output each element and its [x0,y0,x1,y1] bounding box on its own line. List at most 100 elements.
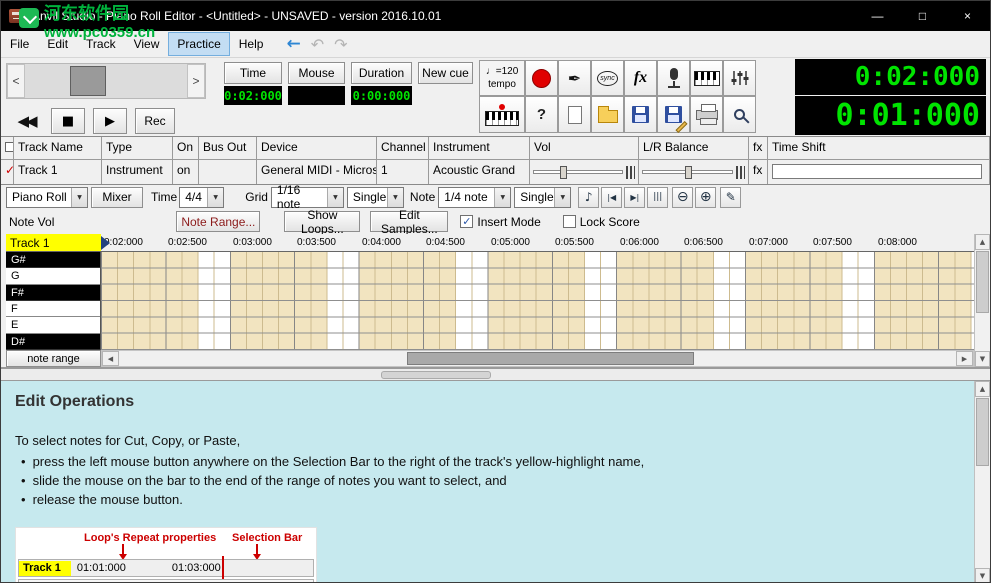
mixer-view-button[interactable] [723,60,756,96]
mixer-button[interactable]: Mixer [91,187,143,208]
minimize-button[interactable]: — [855,1,900,31]
track-fx-cell[interactable]: fx [749,160,768,184]
show-loops-button[interactable]: Show Loops... [284,211,360,232]
scroll-left-icon[interactable]: ◀ [102,351,119,366]
track-channel-cell[interactable]: 1 [377,160,429,184]
grid-note-select[interactable]: 1/16 note ▼ [271,187,344,208]
track-type-cell[interactable]: Instrument [102,160,173,184]
grid-mode-select[interactable]: Single ▼ [347,187,404,208]
track-on-cell[interactable]: on [173,160,199,184]
track-device-cell[interactable]: General MIDI - Microso [257,160,377,184]
goto-start-button[interactable]: |◀ [601,187,622,208]
song-position-slider[interactable]: < > [6,63,206,99]
open-file-button[interactable] [591,96,624,133]
close-button[interactable]: × [945,1,990,31]
title-bar[interactable]: Anvil Studio - Piano Roll Editor - <Unti… [1,1,990,31]
horizontal-scrollbar[interactable]: ◀ ▶ [101,350,974,367]
splitter-handle[interactable] [381,371,491,379]
play-position-marker[interactable] [101,236,110,250]
audio-record-button[interactable] [657,60,690,96]
chevron-down-icon[interactable]: ▼ [387,188,403,207]
effects-button[interactable]: fx [624,60,657,96]
scroll-right-icon[interactable]: ▶ [956,351,973,366]
rewind-button[interactable]: ◀◀ [9,112,43,130]
back-arrow-icon[interactable]: ← [286,37,300,51]
menu-help[interactable]: Help [230,32,273,56]
duration-button[interactable]: Duration [351,62,412,84]
time-signature-select[interactable]: 4/4 ▼ [179,187,224,208]
track-label[interactable]: Track 1 [6,234,101,251]
meter-bars-button[interactable]: ||| [647,187,668,208]
piano-roll-vertical-scrollbar[interactable]: ▲ ▼ [974,234,990,367]
track-instrument-cell[interactable]: Acoustic Grand [429,160,530,184]
chevron-down-icon[interactable]: ▼ [71,188,87,207]
stop-button[interactable]: ■ [51,108,85,134]
piano-key-fsharp[interactable]: F# [6,285,100,301]
vertical-scrollbar-thumb[interactable] [976,251,989,313]
menu-practice[interactable]: Practice [168,32,229,56]
scroll-up-icon[interactable]: ▲ [975,234,990,250]
scroll-down-icon[interactable]: ▼ [975,351,990,367]
piano-key-f[interactable]: F [6,301,100,317]
compose-button[interactable]: ✒ [558,60,591,96]
horizontal-scrollbar-thumb[interactable] [407,352,694,365]
insert-mode-checkbox[interactable]: ✓ [460,215,473,228]
piano-key-e[interactable]: E [6,317,100,333]
print-button[interactable] [690,96,723,133]
save-button[interactable] [624,96,657,133]
scroll-up-icon[interactable]: ▲ [975,381,990,397]
chevron-down-icon[interactable]: ▼ [327,188,343,207]
scroll-down-icon[interactable]: ▼ [975,568,990,583]
tempo-button[interactable]: ♩=120 tempo [479,60,525,96]
time-shift-input[interactable] [772,164,982,179]
menu-file[interactable]: File [1,32,38,56]
goto-end-button[interactable]: ▶| [624,187,645,208]
note-mode-select[interactable]: Single ▼ [514,187,571,208]
metronome-button[interactable]: ♪ [578,187,599,208]
track-select-cell[interactable]: ✓ [1,160,14,184]
sync-button[interactable]: sync [591,60,624,96]
track-name-cell[interactable]: Track 1 [14,160,102,184]
menu-view[interactable]: View [125,32,169,56]
help-scrollbar-thumb[interactable] [976,398,989,466]
record-button[interactable]: Rec [135,108,175,134]
keyboard-view-button[interactable] [690,60,723,96]
lock-score-checkbox[interactable] [563,215,576,228]
selection-bar[interactable]: 0:02:000 0:02:500 0:03:000 0:03:500 0:04… [101,234,974,251]
note-range-button[interactable]: Note Range... [176,211,260,232]
slider-right-icon[interactable]: > [187,64,205,98]
balance-slider[interactable] [642,170,733,174]
chevron-down-icon[interactable]: ▼ [494,188,510,207]
volume-slider[interactable] [533,170,623,174]
note-range-small-button[interactable]: note range [6,350,101,367]
zoom-in-icon[interactable]: ⊕ [695,187,716,208]
balance-thumb[interactable] [685,166,692,179]
view-select[interactable]: Piano Roll ▼ [6,187,88,208]
record-midi-button[interactable] [525,60,558,96]
note-duration-select[interactable]: 1/4 note ▼ [438,187,511,208]
save-as-button[interactable] [657,96,690,133]
track-bus-out-cell[interactable] [199,160,257,184]
slider-thumb[interactable] [70,66,106,96]
slider-track[interactable] [25,64,187,98]
zoom-out-icon[interactable]: ⊖ [672,187,693,208]
undo-icon[interactable]: ↶ [311,35,324,54]
redo-icon[interactable]: ↷ [334,35,347,54]
new-file-button[interactable] [558,96,591,133]
new-cue-button[interactable]: New cue [418,62,473,84]
piano-key-g[interactable]: G [6,268,100,284]
zoom-button[interactable] [723,96,756,133]
select-all-header[interactable] [1,137,14,160]
note-grid[interactable] [101,252,974,350]
time-button[interactable]: Time [224,62,282,84]
piano-key-dsharp[interactable]: D# [6,334,100,350]
edit-samples-button[interactable]: Edit Samples... [370,211,448,232]
piano-key-gsharp[interactable]: G# [6,252,100,268]
chevron-down-icon[interactable]: ▼ [207,188,223,207]
help-button[interactable]: ? [525,96,558,133]
pencil-icon[interactable]: ✎ [720,187,741,208]
chevron-down-icon[interactable]: ▼ [554,188,570,207]
help-vertical-scrollbar[interactable]: ▲ ▼ [974,381,990,583]
record-keyboard-button[interactable] [479,96,525,133]
mouse-button[interactable]: Mouse [288,62,345,84]
